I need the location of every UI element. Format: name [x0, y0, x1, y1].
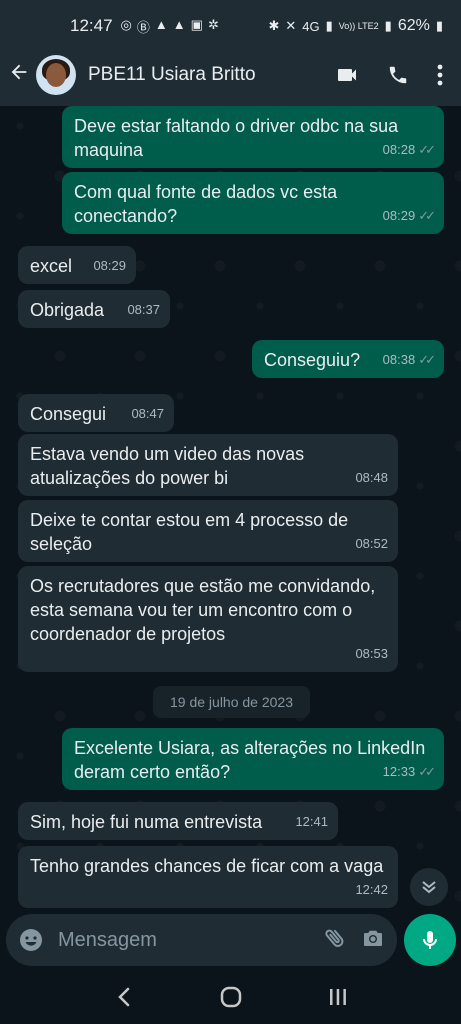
message-time: 08:29	[93, 258, 126, 273]
message-bubble[interactable]: Deixe te contar estou em 4 processo de s…	[18, 500, 398, 562]
message-bubble[interactable]: Com qual fonte de dados vc esta conectan…	[62, 172, 444, 234]
message-text: Conseguiu?	[264, 350, 361, 370]
chat-area[interactable]: Deve estar faltando o driver odbc na sua…	[0, 106, 461, 912]
message-input[interactable]: Mensagem	[58, 929, 309, 952]
message-text: Deve estar faltando o driver odbc na sua…	[74, 116, 399, 160]
message-bubble[interactable]: Conseguiu? 08:38 ✓✓	[252, 340, 444, 378]
back-arrow-icon[interactable]	[0, 61, 36, 90]
message-time: 08:38	[382, 352, 416, 367]
microphone-icon	[423, 931, 437, 949]
message-time: 08:53	[355, 646, 388, 661]
attach-icon[interactable]	[323, 926, 347, 955]
more-options-icon[interactable]	[437, 64, 443, 86]
message-time: 08:52	[355, 536, 388, 551]
voice-message-button[interactable]	[404, 914, 456, 966]
message-time: 08:28	[382, 142, 416, 157]
scroll-to-bottom-button[interactable]	[410, 868, 448, 906]
chat-header: PBE11 Usiara Britto	[0, 44, 461, 106]
signal-icon: ▮	[384, 18, 392, 33]
video-call-icon[interactable]	[335, 63, 359, 87]
message-bubble[interactable]: Os recrutadores que estão me convidando,…	[18, 566, 398, 672]
message-bubble[interactable]: excel 08:29	[18, 246, 136, 284]
message-text: Tenho grandes chances de ficar com a vag…	[30, 856, 384, 876]
message-time: 08:47	[131, 406, 164, 421]
message-time: 12:41	[295, 814, 328, 829]
battery-level: 62%	[397, 17, 430, 34]
double-chevron-down-icon	[422, 881, 436, 894]
system-icons: ✱ ✕ 4G ▮ Vo)) LTE2 ▮ 62% ▮	[268, 17, 443, 35]
message-bubble[interactable]: Estava vendo um video das novas atualiza…	[18, 434, 398, 496]
notification-icons: ◎ Ⓑ ▲ ▲ ▣ ✲	[121, 17, 219, 36]
message-text: Excelente Usiara, as alterações no Linke…	[74, 738, 426, 782]
voice-call-icon[interactable]	[387, 64, 409, 86]
message-text: Obrigada	[30, 300, 105, 320]
system-navigation-bar	[0, 970, 461, 1024]
whatsapp-icon: ◎	[120, 16, 132, 32]
message-text: Sim, hoje fui numa entrevista	[30, 812, 263, 832]
settings-icon: ✲	[207, 16, 219, 32]
signal-icon: ▮	[325, 18, 333, 33]
message-text: Os recrutadores que estão me convidando,…	[30, 576, 376, 644]
read-ticks-icon: ✓✓	[418, 142, 436, 157]
nav-home-icon[interactable]	[211, 977, 251, 1017]
message-time: 12:42	[355, 882, 388, 897]
message-time: 08:37	[127, 302, 160, 317]
emoji-icon[interactable]	[18, 927, 44, 953]
message-bubble[interactable]: Obrigada 08:37	[18, 290, 170, 328]
bluetooth-icon: ✱	[268, 18, 280, 33]
volte-label: Vo)) LTE2	[338, 21, 379, 31]
alert-icon: ▲	[172, 16, 186, 32]
message-bubble[interactable]: Sim, hoje fui numa entrevista 12:41	[18, 802, 338, 840]
read-ticks-icon: ✓✓	[418, 352, 436, 367]
nav-recents-icon[interactable]	[318, 977, 358, 1017]
message-text: Estava vendo um video das novas atualiza…	[30, 444, 305, 488]
message-time: 12:33	[382, 764, 416, 779]
mute-icon: ✕	[285, 18, 297, 33]
message-bubble[interactable]: Consegui 08:47	[18, 394, 174, 432]
message-bubble[interactable]: Tenho grandes chances de ficar com a vag…	[18, 846, 398, 908]
contact-name[interactable]: PBE11 Usiara Britto	[88, 64, 256, 86]
message-time: 08:29	[382, 208, 416, 223]
battery-icon: ▮	[435, 18, 443, 33]
status-time: 12:47	[70, 16, 113, 35]
message-text: Deixe te contar estou em 4 processo de s…	[30, 510, 349, 554]
avatar[interactable]	[36, 55, 76, 95]
sim-icon: ▣	[190, 16, 203, 32]
message-bubble[interactable]: Excelente Usiara, as alterações no Linke…	[62, 728, 444, 790]
alert-icon: ▲	[154, 16, 168, 32]
camera-icon[interactable]	[361, 926, 385, 955]
read-ticks-icon: ✓✓	[418, 208, 436, 223]
message-bubble[interactable]: Deve estar faltando o driver odbc na sua…	[62, 106, 444, 168]
date-separator: 19 de julho de 2023	[153, 686, 310, 718]
b-icon: Ⓑ	[136, 19, 150, 35]
message-text: Consegui	[30, 404, 107, 424]
message-time: 08:48	[355, 470, 388, 485]
nav-back-icon[interactable]	[104, 977, 144, 1017]
message-text: excel	[30, 256, 73, 276]
message-text: Com qual fonte de dados vc esta conectan…	[74, 182, 338, 226]
network-type: 4G	[302, 18, 320, 34]
read-ticks-icon: ✓✓	[418, 764, 436, 779]
message-composer: Mensagem	[6, 914, 397, 966]
